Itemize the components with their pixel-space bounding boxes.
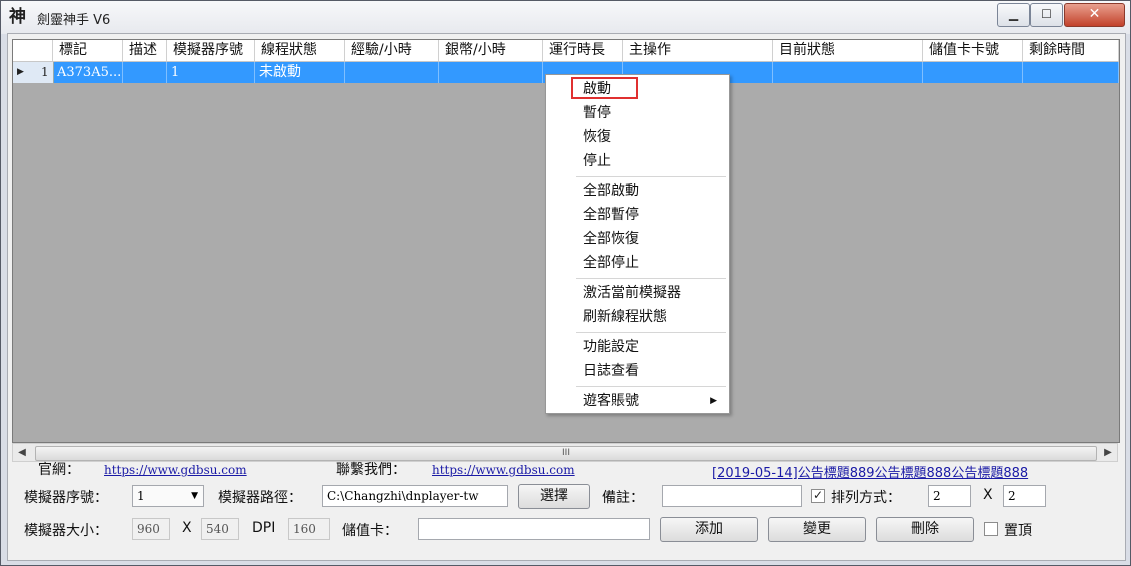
menu-item-guest-account[interactable]: 遊客賬號 ▶ xyxy=(548,390,725,412)
emulator-index-select[interactable]: 1 ▼ xyxy=(132,485,204,507)
column-header[interactable]: 經驗/小時 xyxy=(345,40,439,61)
menu-separator xyxy=(576,176,726,177)
cell-remaining-time[interactable] xyxy=(1023,62,1119,83)
sort-times-label: X xyxy=(983,487,993,503)
grid-header: 標記 描述 模擬器序號 線程狀態 經驗/小時 銀幣/小時 運行時長 主操作 目前… xyxy=(13,40,1119,62)
row-indicator-icon: ▶ xyxy=(17,67,24,77)
contact-label: 聯繫我們： xyxy=(336,462,406,478)
menu-separator xyxy=(576,386,726,387)
contact-link[interactable]: https://www.gdbsu.com xyxy=(432,463,575,477)
scroll-left-icon[interactable]: ◀ xyxy=(13,444,31,461)
cell-tag[interactable]: A373A5... xyxy=(53,62,123,83)
dpi-label: DPI xyxy=(252,520,276,536)
emulator-size-label: 模擬器大小： xyxy=(24,523,108,539)
choose-button[interactable]: 選擇 xyxy=(518,484,590,509)
menu-separator xyxy=(576,278,726,279)
header-corner xyxy=(13,40,53,61)
maximize-button[interactable]: ☐ xyxy=(1030,3,1063,27)
submenu-arrow-icon: ▶ xyxy=(710,396,717,406)
context-menu: 啟動 暫停 恢復 停止 全部啟動 全部暫停 全部恢復 全部停止 激活當前模擬器 … xyxy=(545,74,730,414)
sort-rows-input[interactable]: 2 xyxy=(1003,485,1046,507)
app-window: 神 劍靈神手 V6 ▁ ☐ ✕ 標記 描述 模擬器序號 線程狀態 經驗/小時 銀… xyxy=(0,0,1131,566)
size-times-label: X xyxy=(182,520,192,536)
column-header[interactable]: 線程狀態 xyxy=(255,40,345,61)
highlight-box xyxy=(571,77,638,99)
chevron-down-icon: ▼ xyxy=(191,491,198,501)
cell-current-status[interactable] xyxy=(773,62,923,83)
cell-emulator-index[interactable]: 1 xyxy=(167,62,255,83)
menu-item-stop-all[interactable]: 全部停止 xyxy=(548,252,725,274)
column-header[interactable]: 模擬器序號 xyxy=(167,40,255,61)
sort-columns-input[interactable]: 2 xyxy=(928,485,971,507)
row-index: 1 xyxy=(41,65,49,79)
close-button[interactable]: ✕ xyxy=(1064,3,1125,27)
menu-item-activate-emulator[interactable]: 激活當前模擬器 xyxy=(548,282,725,304)
cell-card-number[interactable] xyxy=(923,62,1023,83)
menu-item-pause[interactable]: 暫停 xyxy=(548,102,725,124)
window-title: 劍靈神手 V6 xyxy=(37,13,111,28)
cell-exp-per-hour[interactable] xyxy=(345,62,439,83)
add-button[interactable]: 添加 xyxy=(660,517,758,542)
note-label: 備註： xyxy=(602,490,644,506)
topmost-label: 置頂 xyxy=(1004,523,1032,539)
emulator-path-input[interactable]: C:\Changzhi\dnplayer-tw xyxy=(322,485,508,507)
column-header[interactable]: 描述 xyxy=(123,40,167,61)
sort-checkbox[interactable]: ✓ xyxy=(811,489,825,503)
column-header[interactable]: 目前狀態 xyxy=(773,40,923,61)
emulator-index-value: 1 xyxy=(137,489,145,503)
column-header[interactable]: 標記 xyxy=(53,40,123,61)
menu-item-pause-all[interactable]: 全部暫停 xyxy=(548,204,725,226)
menu-item-resume[interactable]: 恢復 xyxy=(548,126,725,148)
delete-button[interactable]: 刪除 xyxy=(876,517,974,542)
dpi-field[interactable]: 160 xyxy=(288,518,330,540)
official-site-label: 官網： xyxy=(38,462,80,478)
card-label: 儲值卡： xyxy=(342,523,398,539)
column-header[interactable]: 儲值卡卡號 xyxy=(923,40,1023,61)
emulator-index-label: 模擬器序號： xyxy=(24,490,108,506)
menu-item-settings[interactable]: 功能設定 xyxy=(548,336,725,358)
card-input[interactable] xyxy=(418,518,650,540)
checkmark-icon: ✓ xyxy=(812,488,824,502)
horizontal-scrollbar[interactable]: ◀ III ▶ xyxy=(12,443,1118,462)
cell-thread-status[interactable]: 未啟動 xyxy=(255,62,345,83)
cell-description[interactable] xyxy=(123,62,167,83)
change-button[interactable]: 變更 xyxy=(768,517,866,542)
sort-label: 排列方式： xyxy=(831,490,901,506)
menu-item-stop[interactable]: 停止 xyxy=(548,150,725,172)
menu-item-start-all[interactable]: 全部啟動 xyxy=(548,180,725,202)
width-field[interactable]: 960 xyxy=(132,518,170,540)
menu-item-view-log[interactable]: 日誌查看 xyxy=(548,360,725,382)
column-header[interactable]: 主操作 xyxy=(623,40,773,61)
emulator-path-label: 模擬器路徑： xyxy=(218,490,302,506)
app-logo-icon: 神 xyxy=(9,7,26,27)
announcement-link[interactable]: [2019-05-14]公告標題889公告標題888公告標題888 xyxy=(712,462,1028,481)
scroll-thumb[interactable]: III xyxy=(35,446,1097,461)
height-field[interactable]: 540 xyxy=(201,518,239,540)
row-header[interactable]: ▶ 1 xyxy=(13,62,54,83)
scroll-right-icon[interactable]: ▶ xyxy=(1099,444,1117,461)
column-header[interactable]: 剩餘時間 xyxy=(1023,40,1119,61)
cell-silver-per-hour[interactable] xyxy=(439,62,543,83)
column-header[interactable]: 銀幣/小時 xyxy=(439,40,543,61)
menu-separator xyxy=(576,332,726,333)
menu-item-guest-account-label: 遊客賬號 xyxy=(583,393,639,409)
column-header[interactable]: 運行時長 xyxy=(543,40,623,61)
note-input[interactable] xyxy=(662,485,802,507)
menu-item-resume-all[interactable]: 全部恢復 xyxy=(548,228,725,250)
menu-item-refresh-status[interactable]: 刷新線程狀態 xyxy=(548,306,725,328)
official-site-link[interactable]: https://www.gdbsu.com xyxy=(104,463,247,477)
title-bar[interactable]: 神 劍靈神手 V6 ▁ ☐ ✕ xyxy=(1,1,1130,34)
minimize-button[interactable]: ▁ xyxy=(997,3,1030,27)
topmost-checkbox[interactable] xyxy=(984,522,998,536)
